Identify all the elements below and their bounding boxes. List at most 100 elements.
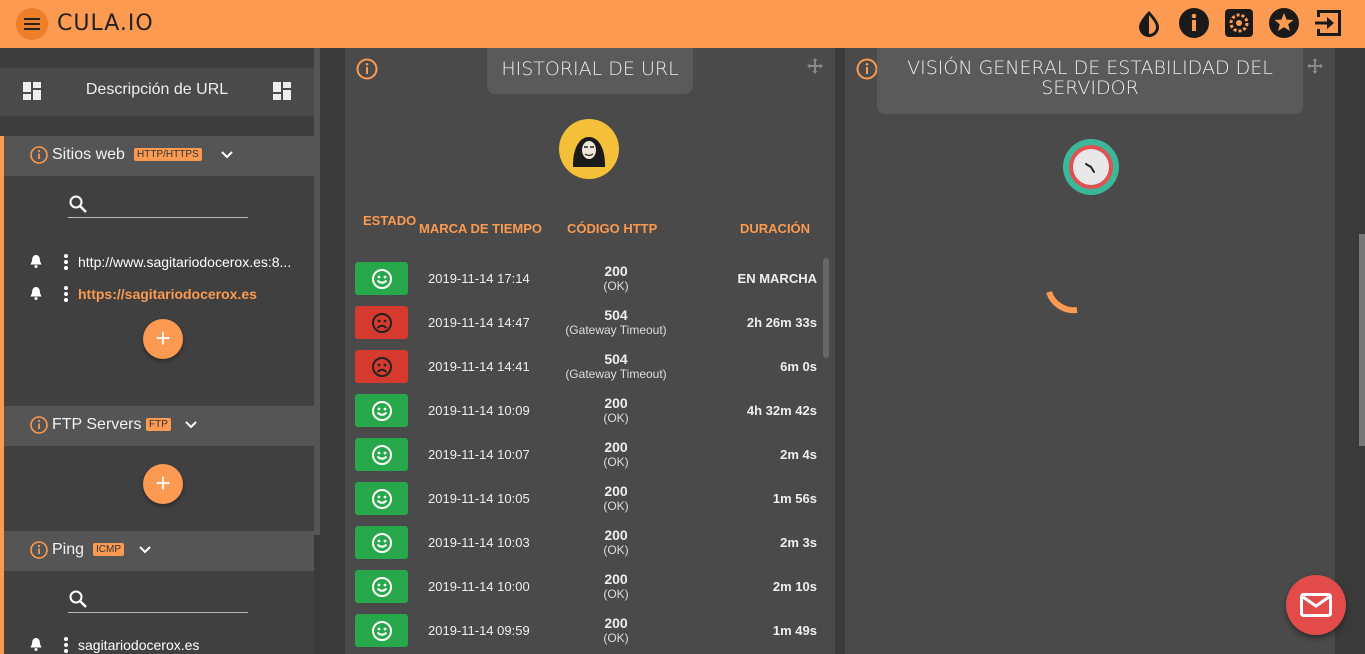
column-header-status[interactable]: ESTADO (363, 212, 416, 229)
search-icon (69, 590, 87, 608)
timestamp: 2019-11-14 10:05 (428, 491, 530, 506)
search-input[interactable] (68, 587, 248, 613)
star-icon[interactable] (1268, 7, 1300, 39)
timestamp: 2019-11-14 10:09 (428, 403, 530, 418)
menu-button[interactable] (16, 8, 48, 40)
http-code: 200 (OK) (546, 527, 686, 557)
url-description-bar: Descripción de URL (0, 68, 314, 116)
site-url: http://www.sagitariodocerox.es:8... (78, 254, 292, 270)
add-website-button[interactable]: + (143, 319, 183, 359)
http-code-number: 200 (604, 615, 628, 631)
http-code: 200 (OK) (546, 395, 686, 425)
bell-icon[interactable] (28, 253, 46, 272)
chevron-down-icon[interactable] (220, 148, 234, 167)
http-code-number: 200 (604, 571, 628, 587)
column-header-timestamp[interactable]: MARCA DE TIEMPO (419, 221, 542, 236)
clock-icon (1063, 139, 1119, 195)
duration: 1m 49s (772, 623, 817, 638)
table-row[interactable]: 2019-11-14 10:03 200 (OK) 2m 3s (345, 520, 825, 564)
info-icon[interactable] (356, 58, 378, 85)
settings-icon[interactable] (1223, 7, 1255, 39)
panel-title: VISIÓN GENERAL DE ESTABILIDAD DEL SERVID… (877, 48, 1303, 114)
site-url: sagitariodocerox.es (78, 637, 200, 653)
timestamp: 2019-11-14 09:59 (428, 623, 530, 638)
more-options-icon[interactable] (64, 637, 68, 653)
section-header[interactable]: Sitios web HTTP/HTTPS (0, 136, 314, 176)
table-row[interactable]: 2019-11-14 10:07 200 (OK) 2m 4s (345, 432, 825, 476)
table-row[interactable]: 2019-11-14 10:09 200 (OK) 4h 32m 42s (345, 388, 825, 432)
search-input[interactable] (68, 192, 248, 218)
table-row[interactable]: 2019-11-14 14:47 504 (Gateway Timeout) 2h 2… (345, 300, 825, 344)
timestamp: 2019-11-14 10:00 (428, 579, 530, 594)
add-ftp-button[interactable]: + (143, 464, 183, 504)
info-icon[interactable] (856, 58, 878, 85)
http-code-text: (OK) (603, 279, 629, 293)
http-code-number: 200 (604, 483, 628, 499)
info-icon[interactable] (1178, 7, 1210, 39)
duration: 6m 0s (780, 359, 817, 374)
duration: 2h 26m 33s (746, 315, 817, 330)
info-icon[interactable] (30, 146, 48, 169)
http-code: 504 (Gateway Timeout) (546, 351, 686, 381)
section-header[interactable]: FTP Servers FTP (0, 406, 314, 446)
http-code-number: 200 (604, 395, 628, 411)
table-scrollbar[interactable] (823, 258, 829, 358)
logout-icon[interactable] (1313, 7, 1345, 39)
info-icon[interactable] (30, 416, 48, 439)
protocol-badge: HTTP/HTTPS (134, 148, 202, 161)
brand-logo: CULA.IO (57, 11, 154, 36)
more-options-icon[interactable] (64, 286, 68, 302)
timestamp: 2019-11-14 14:47 (428, 315, 530, 330)
dashboard-grid-icon[interactable] (273, 82, 291, 100)
url-history-panel: HISTORIAL DE URL ESTADO MARCA DE TIEMPO … (345, 48, 835, 654)
duration: EN MARCHA (737, 271, 817, 286)
page-scrollbar[interactable] (1359, 234, 1365, 446)
site-item[interactable]: https://sagitariodocerox.es (28, 284, 298, 304)
table-row[interactable]: 2019-11-14 10:00 200 (OK) 2m 10s (345, 564, 825, 608)
chevron-down-icon[interactable] (184, 418, 198, 437)
column-header-duration[interactable]: DURACIÓN (740, 221, 810, 236)
chevron-down-icon[interactable] (138, 543, 152, 562)
http-code-number: 200 (604, 439, 628, 455)
timestamp: 2019-11-14 17:14 (428, 271, 530, 286)
move-icon[interactable] (807, 58, 823, 79)
http-code: 200 (OK) (546, 439, 686, 469)
status-up-icon (355, 614, 408, 647)
site-url-active: https://sagitariodocerox.es (78, 286, 257, 302)
http-code-text: (OK) (603, 499, 629, 513)
site-item[interactable]: http://www.sagitariodocerox.es:8... (28, 252, 298, 272)
table-row[interactable]: 2019-11-14 09:59 200 (OK) 1m 49s (345, 608, 825, 652)
sidebar: Descripción de URL Sitios web HTTP/HTTPS (0, 48, 314, 654)
protocol-badge: ICMP (93, 543, 124, 556)
http-code-number: 504 (604, 307, 628, 323)
section-header[interactable]: Ping ICMP (0, 531, 314, 571)
more-options-icon[interactable] (64, 254, 68, 270)
duration: 4h 32m 42s (746, 403, 817, 418)
info-icon[interactable] (30, 541, 48, 564)
site-item[interactable]: sagitariodocerox.es (28, 635, 298, 654)
bell-icon[interactable] (28, 285, 46, 304)
section-title: FTP Servers (52, 416, 142, 433)
menu-icon (24, 18, 40, 20)
http-code-text: (Gateway Timeout) (565, 323, 667, 337)
search-icon (69, 195, 87, 213)
loading-spinner (1045, 286, 1085, 331)
status-up-icon (355, 526, 408, 559)
table-row[interactable]: 2019-11-14 17:14 200 (OK) EN MARCHA (345, 256, 825, 300)
table-row[interactable]: 2019-11-14 10:05 200 (OK) 1m 56s (345, 476, 825, 520)
contrast-icon[interactable] (1133, 7, 1165, 39)
contact-mail-button[interactable] (1286, 575, 1346, 635)
timestamp: 2019-11-14 14:41 (428, 359, 530, 374)
bell-icon[interactable] (28, 636, 46, 654)
column-header-http-code[interactable]: CÓDIGO HTTP (567, 221, 657, 236)
table-row[interactable]: 2019-11-14 14:41 504 (Gateway Timeout) 6m 0… (345, 344, 825, 388)
http-code-text: (OK) (603, 631, 629, 645)
status-up-icon (355, 438, 408, 471)
http-code: 200 (OK) (546, 615, 686, 645)
move-icon[interactable] (1307, 58, 1323, 79)
duration: 2m 3s (780, 535, 817, 550)
sidebar-scrollbar[interactable] (314, 48, 320, 535)
http-code-text: (OK) (603, 411, 629, 425)
duration: 1m 56s (772, 491, 817, 506)
timestamp: 2019-11-14 10:03 (428, 535, 530, 550)
